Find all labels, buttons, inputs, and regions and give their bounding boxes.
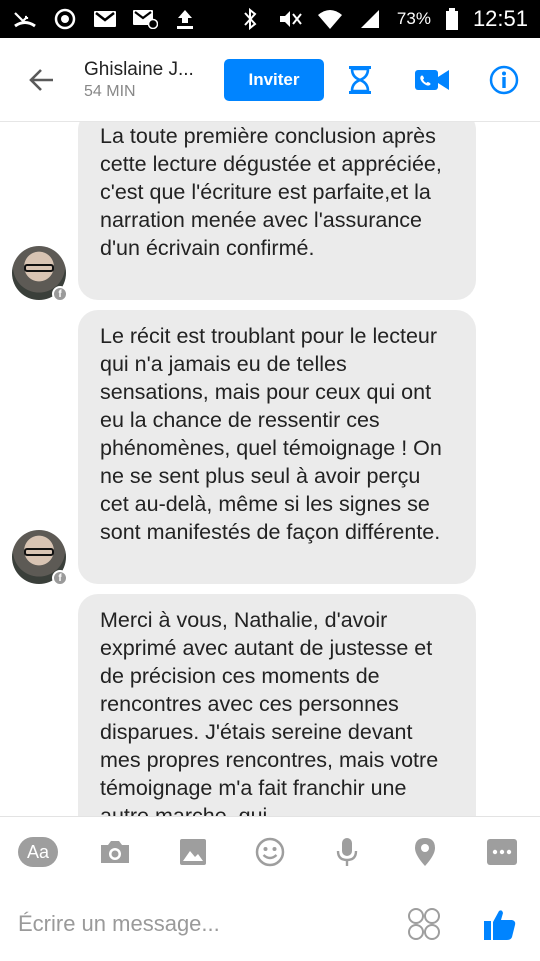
battery-percent: 73% [396, 9, 431, 28]
aa-label: Aa [18, 837, 58, 867]
sync-icon [52, 8, 78, 30]
more-icon [486, 839, 517, 865]
message-text: Merci à vous, Nathalie, d'avoir exprimé … [100, 608, 439, 816]
gmail-icon [92, 8, 118, 30]
message-bubble: La toute première conclusion après cette… [78, 122, 476, 300]
conversation-header: Ghislaine J... 54 MIN Inviter [0, 38, 540, 122]
avatar[interactable]: f [12, 530, 68, 586]
camera-icon [101, 841, 130, 863]
contact-info[interactable]: Ghislaine J... 54 MIN [84, 59, 214, 101]
upload-icon [172, 8, 198, 30]
last-active: 54 MIN [84, 82, 136, 100]
status-bar: 73% 12:51 [0, 0, 540, 38]
mute-icon [277, 8, 303, 30]
clock: 12:51 [472, 6, 528, 31]
invite-button[interactable]: Inviter [224, 58, 324, 101]
gallery-button[interactable] [171, 830, 215, 874]
signal-icon [357, 8, 383, 30]
battery-icon [445, 8, 459, 30]
emoji-mood-button[interactable] [404, 904, 444, 944]
contact-name: Ghislaine J... [84, 58, 194, 80]
thumbs-up-icon [484, 910, 516, 940]
image-icon [179, 839, 206, 865]
message-list[interactable]: La toute première conclusion après cette… [0, 122, 540, 816]
camera-button[interactable] [93, 830, 137, 874]
text-style-button[interactable]: Aa [16, 830, 60, 874]
emoji-button[interactable] [248, 830, 292, 874]
composer: Aa Écrire un message... [0, 816, 540, 960]
more-button[interactable] [480, 830, 524, 874]
info-button[interactable] [468, 38, 540, 122]
message-input-row: Écrire un message... [0, 887, 540, 961]
back-arrow-icon [29, 68, 53, 91]
location-icon [414, 838, 435, 866]
hourglass-icon [349, 65, 371, 94]
video-call-icon [415, 69, 449, 90]
wifi-icon [317, 8, 343, 30]
messenger-badge-icon: f [52, 286, 68, 302]
gmail-at-icon [132, 8, 158, 30]
emoji-mood-icon [408, 908, 440, 940]
composer-toolbar: Aa [0, 817, 540, 887]
message-input[interactable]: Écrire un message... [18, 911, 404, 937]
avatar[interactable]: f [12, 246, 68, 302]
avatar-glasses [24, 548, 54, 556]
hourglass-button[interactable] [324, 38, 396, 122]
message-bubble: Le récit est troublant pour le lecteur q… [78, 310, 476, 584]
location-button[interactable] [403, 830, 447, 874]
info-icon [489, 65, 519, 94]
missed-call-icon [12, 8, 38, 30]
back-button[interactable] [0, 38, 84, 122]
message-text: Le récit est troublant pour le lecteur q… [100, 324, 442, 544]
bluetooth-icon [237, 7, 263, 31]
messenger-badge-icon: f [52, 570, 68, 586]
voice-button[interactable] [325, 830, 369, 874]
video-call-button[interactable] [396, 38, 468, 122]
like-button[interactable] [478, 902, 522, 946]
emoji-icon [255, 837, 285, 867]
avatar-glasses [24, 264, 54, 272]
microphone-icon [337, 838, 358, 866]
message-bubble: Merci à vous, Nathalie, d'avoir exprimé … [78, 594, 476, 816]
message-text: La toute première conclusion après cette… [100, 124, 442, 260]
